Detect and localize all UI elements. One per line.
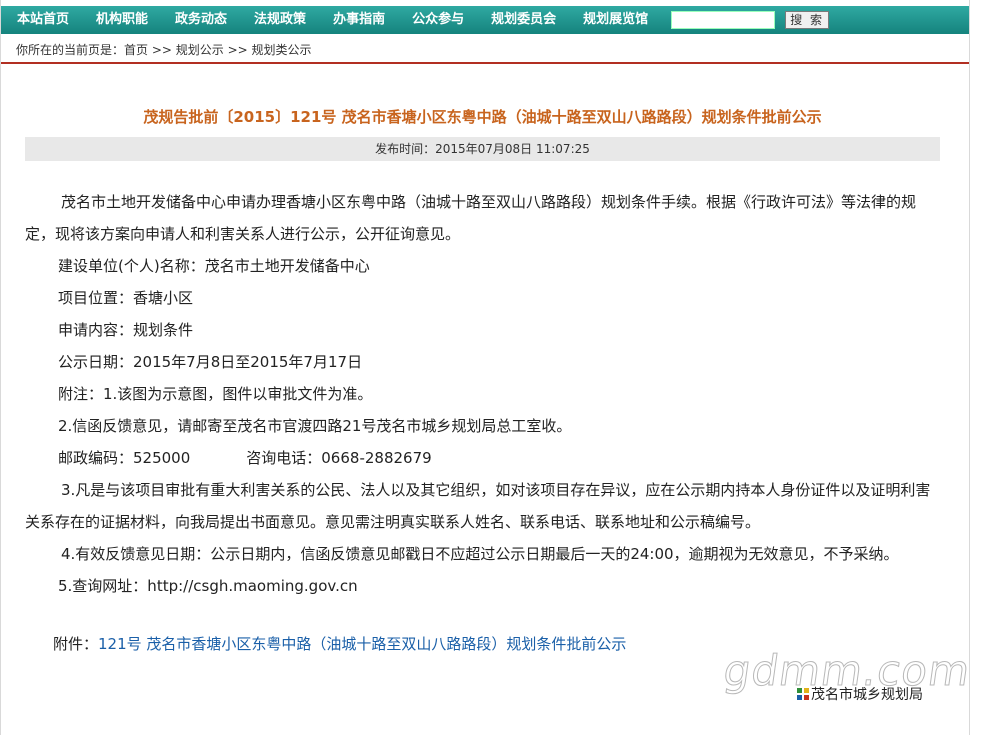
search-input[interactable] [671, 11, 776, 29]
watermark-org: 茂名市城乡规划局 [797, 684, 923, 704]
attachment-link[interactable]: 121号 茂名市香塘小区东粤中路（油城十路至双山八路路段）规划条件批前公示 [98, 635, 626, 653]
breadcrumb-separator: >> [223, 43, 252, 57]
breadcrumb-prefix: 你所在的当前页是： [16, 43, 125, 57]
watermark-org-name: 茂名市城乡规划局 [811, 687, 923, 703]
contact-line: 邮政编码：525000 咨询电话：0668-2882679 [25, 442, 940, 474]
publish-time: 发布时间：2015年07月08日 11:07:25 [25, 137, 940, 161]
breadcrumb: 你所在的当前页是：首页 >> 规划公示 >> 规划类公示 [1, 36, 969, 64]
period-line: 公示日期：2015年7月8日至2015年7月17日 [58, 353, 363, 371]
note5-line: 5.查询网址：http://csgh.maoming.gov.cn [58, 577, 358, 595]
attachment-label: 附件： [53, 635, 99, 653]
article-body: 茂名市土地开发储备中心申请办理香塘小区东粤中路（油城十路至双山八路路段）规划条件… [25, 186, 940, 602]
breadcrumb-home-link[interactable]: 首页 [124, 43, 148, 57]
nav-item-guide[interactable]: 办事指南 [319, 6, 398, 34]
nav-item-regulations[interactable]: 法规政策 [240, 6, 319, 34]
note4-paragraph: 4.有效反馈意见日期：公示日期内，信函反馈意见邮戳日不应超过公示日期最后一天的2… [61, 545, 899, 563]
content-line: 申请内容：规划条件 [58, 321, 194, 339]
builder-line: 建设单位(个人)名称：茂名市土地开发储备中心 [58, 257, 370, 275]
nav-item-committee[interactable]: 规划委员会 [477, 6, 569, 34]
main-nav: 本站首页 机构职能 政务动态 法规政策 办事指南 公众参与 规划委员会 规划展览… [1, 6, 969, 34]
org-logo-icon [797, 688, 809, 700]
breadcrumb-current-link[interactable]: 规划类公示 [252, 43, 312, 57]
article-title: 茂规告批前〔2015〕121号 茂名市香塘小区东粤中路（油城十路至双山八路路段）… [143, 108, 822, 126]
nav-item-participation[interactable]: 公众参与 [398, 6, 477, 34]
page: 本站首页 机构职能 政务动态 法规政策 办事指南 公众参与 规划委员会 规划展览… [0, 0, 974, 735]
search-button[interactable]: 搜 索 [785, 11, 830, 29]
phone-text: 咨询电话：0668-2882679 [246, 449, 432, 467]
postcode-text: 邮政编码：525000 [58, 449, 191, 467]
breadcrumb-separator: >> [148, 43, 176, 57]
nav-item-news[interactable]: 政务动态 [161, 6, 240, 34]
nav-item-home[interactable]: 本站首页 [1, 6, 82, 34]
note3-paragraph: 3.凡是与该项目审批有重大利害关系的公民、法人以及其它组织，如对该项目存在异议，… [25, 481, 931, 531]
note2-line: 2.信函反馈意见，请邮寄至茂名市官渡四路21号茂名市城乡规划局总工室收。 [58, 417, 572, 435]
nav-item-functions[interactable]: 机构职能 [82, 6, 161, 34]
intro-paragraph: 茂名市土地开发储备中心申请办理香塘小区东粤中路（油城十路至双山八路路段）规划条件… [25, 193, 917, 243]
nav-item-exhibition[interactable]: 规划展览馆 [569, 6, 661, 34]
breadcrumb-section-link[interactable]: 规划公示 [176, 43, 224, 57]
location-line: 项目位置：香塘小区 [58, 289, 194, 307]
note1-line: 附注：1.该图为示意图，图件以审批文件为准。 [58, 385, 373, 403]
attachment: 附件：121号 茂名市香塘小区东粤中路（油城十路至双山八路路段）规划条件批前公示 [53, 633, 626, 655]
